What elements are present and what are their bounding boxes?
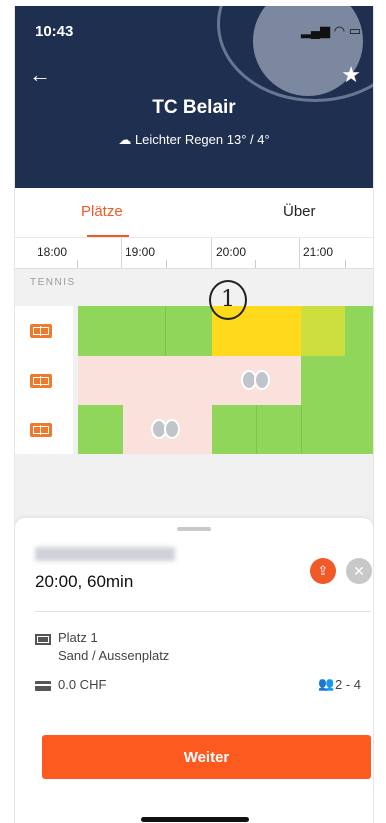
booking-sheet: 20:00, 60min ⇪ ✕ Platz 1 Sand / Aussenpl… (15, 518, 373, 823)
slot-free[interactable] (78, 306, 212, 356)
time-label: 20:00 (216, 245, 247, 259)
close-icon[interactable]: ✕ (346, 558, 372, 584)
price: 0.0 CHF (58, 677, 107, 692)
slot-free[interactable] (78, 405, 123, 454)
weather-text: Leichter Regen 13° / 4° (134, 132, 270, 147)
tab-bar: Plätze Über (15, 188, 373, 238)
slot-divider (165, 306, 166, 356)
court-icon[interactable] (30, 374, 52, 388)
court-name: Platz 1 (58, 630, 98, 645)
half-hour-tick (345, 260, 346, 268)
hour-tick (299, 238, 300, 268)
hour-tick (211, 238, 212, 268)
court-type: Sand / Aussenplatz (58, 648, 170, 663)
half-hour-tick (166, 260, 167, 268)
divider (35, 611, 371, 612)
time-label: 19:00 (125, 245, 156, 259)
slot-free[interactable] (212, 405, 373, 454)
hour-tick (121, 238, 122, 268)
club-header: 10:43 ▂▄▆ ◠ ▭ ← ★ TC Belair ☁ Leichter R… (15, 6, 373, 188)
people-icon (151, 419, 187, 439)
slot-free[interactable] (345, 306, 373, 356)
booking-time: 20:00, 60min (35, 572, 134, 591)
player-count: 2 - 4 (335, 677, 362, 692)
card-icon (35, 681, 51, 691)
date-redacted (35, 547, 175, 561)
arrow-left-icon[interactable]: ← (29, 64, 51, 86)
continue-button[interactable]: Weiter (42, 735, 371, 779)
tab-courts[interactable]: Plätze (81, 203, 123, 220)
slot-selected-partial[interactable] (301, 306, 345, 356)
time-label: 21:00 (303, 245, 334, 259)
slot-divider (256, 405, 257, 454)
club-name: TC Belair (152, 97, 236, 118)
court-icon (35, 634, 51, 645)
status-icons: ▂▄▆ ◠ ▭ (300, 23, 361, 38)
half-hour-tick (77, 260, 78, 268)
half-hour-tick (255, 260, 256, 268)
home-indicator[interactable] (141, 817, 249, 822)
time-label: 18:00 (37, 245, 68, 259)
sheet-handle[interactable] (177, 527, 211, 531)
weather-info: ☁ Leichter Regen 13° / 4° (15, 132, 373, 148)
slot-divider (301, 405, 302, 454)
share-icon[interactable]: ⇪ (310, 558, 336, 584)
cloud-rain-icon: ☁ (118, 132, 135, 147)
app-screen: 10:43 ▂▄▆ ◠ ▭ ← ★ TC Belair ☁ Leichter R… (14, 6, 374, 823)
star-icon[interactable]: ★ (341, 62, 361, 88)
people-icon: 👥 (318, 676, 335, 691)
status-time: 10:43 (35, 23, 74, 40)
slot-free[interactable] (301, 356, 373, 405)
people-icon (241, 370, 277, 390)
annotation-marker: 1 (209, 280, 247, 320)
tab-about[interactable]: Über (283, 203, 316, 220)
time-ruler[interactable]: 18:00 19:00 20:00 21:00 (15, 238, 373, 269)
court-column (15, 306, 73, 454)
court-icon[interactable] (30, 423, 52, 437)
tab-active-indicator (87, 235, 129, 237)
court-icon[interactable] (30, 324, 52, 338)
